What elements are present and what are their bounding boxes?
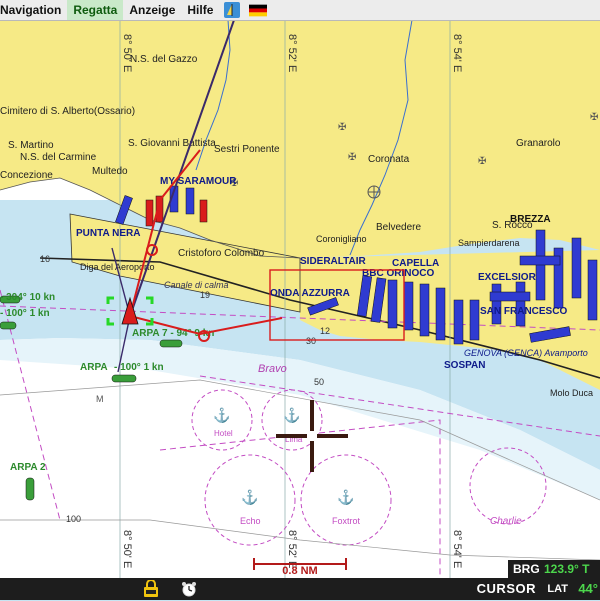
place-label: Granarolo — [516, 138, 561, 149]
status-bar: CURSOR LAT 44° — [0, 578, 600, 600]
anchorage-label: Echo — [240, 516, 261, 526]
german-flag-icon[interactable] — [249, 1, 268, 19]
nautical-chart[interactable]: 8° 50' E 8° 52' E 8° 54' E 8° 50' E 8° 5… — [0, 20, 600, 578]
sailboat-icon[interactable] — [223, 1, 241, 19]
svg-text:- 100° 1 kn: - 100° 1 kn — [0, 308, 50, 319]
bearing-readout: BRG 123.9° T — [508, 560, 600, 578]
svg-text:- 304° 10 kn: - 304° 10 kn — [0, 292, 55, 303]
bearing-label: BRG — [513, 562, 540, 576]
sounding: 100 — [66, 514, 81, 524]
svg-text:0.8 NM: 0.8 NM — [282, 565, 317, 577]
cursor-mode-label: CURSOR — [476, 581, 536, 596]
place-label: Multedo — [92, 166, 128, 177]
svg-text:- 100° 1 kn: - 100° 1 kn — [114, 362, 164, 373]
place-label: S. Martino — [8, 140, 54, 151]
place-label: Coronata — [368, 154, 410, 165]
latitude-value: 44° — [578, 581, 598, 596]
sounding: M — [96, 394, 104, 404]
vessel-label: SIDERALTAIR — [300, 256, 367, 267]
place-label: N.S. del Carmine — [20, 152, 97, 163]
vessel-label: PUNTA NERA — [76, 228, 140, 239]
sounding: 50 — [314, 377, 324, 387]
menu-navigation[interactable]: Navigation — [0, 0, 67, 20]
svg-text:✠: ✠ — [338, 122, 346, 133]
svg-text:✠: ✠ — [348, 152, 356, 163]
place-label: N.S. del Gazzo — [130, 54, 198, 65]
anchorage-label: Foxtrot — [332, 516, 361, 526]
vessel-label: SOSPAN — [444, 360, 486, 371]
sounding: 16 — [40, 254, 50, 264]
longitude-label: 8° 50' E — [121, 530, 133, 568]
place-label: Coronigliano — [316, 234, 367, 244]
place-label: Sestri Ponente — [214, 144, 280, 155]
sounding: 30 — [306, 336, 316, 346]
sounding: 19 — [200, 290, 210, 300]
menu-regatta[interactable]: Regatta — [67, 0, 124, 20]
svg-text:ARPA: ARPA — [80, 362, 108, 373]
place-label: Molo Duca — [550, 388, 593, 398]
svg-text:ARPA 2: ARPA 2 — [10, 462, 46, 473]
anchorage-label: Charlie — [490, 516, 522, 527]
place-label: Canale di calma — [164, 280, 229, 290]
bearing-value: 123.9° T — [544, 562, 590, 576]
alarm-clock-icon[interactable] — [180, 580, 198, 601]
place-label: Cristoforo Colombo — [178, 248, 265, 259]
lock-battery-icon[interactable] — [142, 579, 160, 601]
place-label: Sampierdarena — [458, 238, 520, 248]
vessel-label: EXCELSIOR — [478, 272, 537, 283]
sounding: 12 — [320, 326, 330, 336]
menu-hilfe[interactable]: Hilfe — [181, 0, 219, 20]
place-label: Concezione — [0, 170, 53, 181]
longitude-label: 8° 54' E — [451, 530, 463, 568]
anchorage-label: Hotel — [214, 429, 233, 438]
svg-text:⚓: ⚓ — [283, 407, 300, 424]
svg-text:⚓: ⚓ — [241, 489, 258, 506]
longitude-label: 8° 52' E — [286, 530, 298, 568]
place-label: Belvedere — [376, 222, 421, 233]
compass-rose-icon — [367, 185, 381, 199]
place-label: Cimitero di S. Alberto(Ossario) — [0, 106, 135, 117]
latitude-label: LAT — [547, 583, 568, 595]
arpa-target[interactable]: - 304° 10 kn — [0, 292, 55, 304]
longitude-label: 8° 52' E — [286, 34, 298, 72]
vessel-label: SAN FRANCESCO — [480, 306, 567, 317]
place-label: Bravo — [258, 363, 287, 375]
svg-text:✠: ✠ — [590, 112, 598, 123]
longitude-label: 8° 54' E — [451, 34, 463, 72]
vessel-label: GENOVA (GENCA) Avamporto — [464, 348, 588, 358]
svg-text:✠: ✠ — [478, 156, 486, 167]
svg-text:⚓: ⚓ — [337, 489, 354, 506]
place-label: BREZZA — [510, 214, 551, 225]
menu-anzeige[interactable]: Anzeige — [123, 0, 181, 20]
vessel-label: CAPELLA — [392, 258, 439, 269]
vessel-label: ONDA AZZURRA — [270, 288, 350, 299]
svg-text:⚓: ⚓ — [213, 407, 230, 424]
cursor-center — [307, 431, 317, 441]
menu-bar: Navigation Regatta Anzeige Hilfe — [0, 0, 600, 21]
place-label: S. Giovanni Battista — [128, 138, 216, 149]
